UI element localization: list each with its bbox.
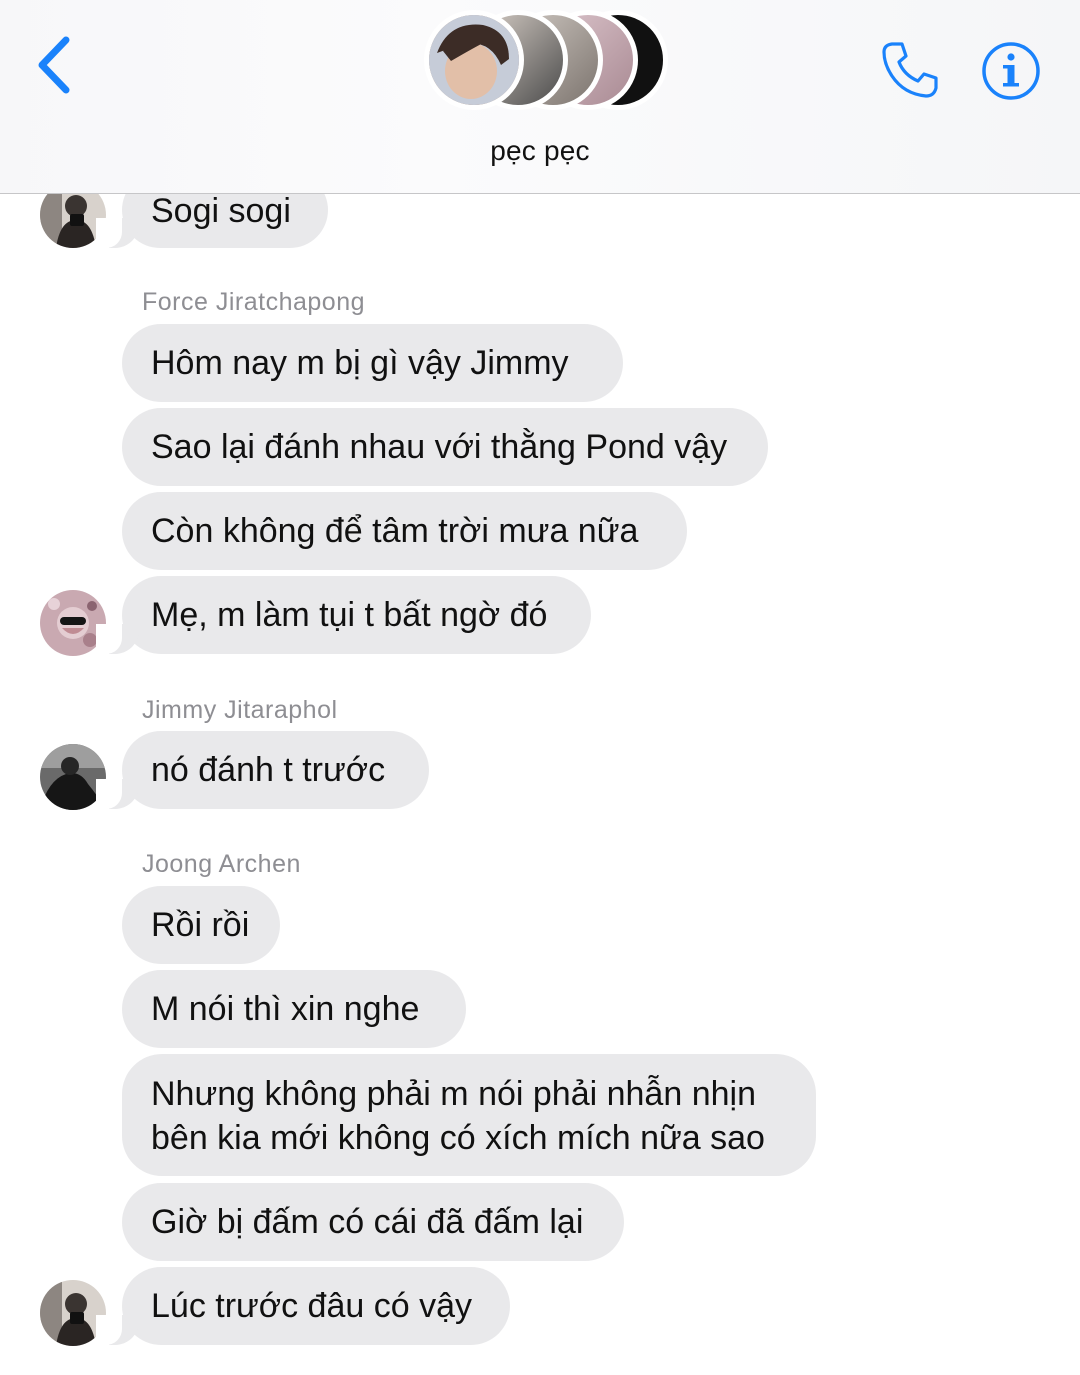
message-text: nó đánh t trước bbox=[151, 751, 386, 789]
info-icon bbox=[982, 42, 1040, 100]
member-avatar bbox=[424, 10, 524, 110]
sender-name: Force Jiratchapong bbox=[142, 288, 366, 316]
message-text: Hôm nay m bị gì vậy Jimmy bbox=[151, 344, 569, 382]
chevron-left-icon bbox=[38, 36, 70, 94]
sender-name: Jimmy Jitaraphol bbox=[142, 696, 338, 724]
message-text: Mẹ, m làm tụi t bất ngờ đó bbox=[151, 596, 548, 634]
group-avatar[interactable] bbox=[418, 10, 668, 114]
phone-icon bbox=[882, 42, 938, 98]
message-bubble[interactable]: nó đánh t trước bbox=[96, 731, 429, 809]
message-bubble[interactable]: Mẹ, m làm tụi t bất ngờ đó bbox=[96, 576, 591, 654]
message-bubble[interactable]: Rồi rồi bbox=[122, 886, 280, 964]
message-text: Giờ bị đấm có cái đã đấm lại bbox=[151, 1203, 584, 1241]
message-text: Rồi rồi bbox=[151, 906, 250, 944]
message-bubble[interactable]: Giờ bị đấm có cái đã đấm lại bbox=[122, 1183, 624, 1261]
message-bubble[interactable]: Lúc trước đâu có vậy bbox=[96, 1267, 510, 1345]
message-text: Sogi sogi bbox=[151, 192, 291, 230]
message-thread: Sogi sogi Force Jiratchapong Hôm nay m b… bbox=[0, 0, 1080, 1375]
call-button[interactable] bbox=[878, 38, 942, 102]
message-bubble[interactable]: M nói thì xin nghe bbox=[122, 970, 466, 1048]
message-text: M nói thì xin nghe bbox=[151, 990, 420, 1028]
message-text: Sao lại đánh nhau với thằng Pond vậy bbox=[151, 428, 728, 466]
back-button[interactable] bbox=[30, 30, 90, 100]
message-text-line: bên kia mới không có xích mích nữa sao bbox=[151, 1119, 765, 1157]
message-bubble[interactable]: Sao lại đánh nhau với thằng Pond vậy bbox=[122, 408, 768, 486]
conversation-header: pẹc pẹc bbox=[0, 0, 1080, 194]
message-text: Còn không để tâm trời mưa nữa bbox=[151, 512, 639, 550]
message-bubble[interactable]: Hôm nay m bị gì vậy Jimmy bbox=[122, 324, 623, 402]
message-bubble[interactable]: Còn không để tâm trời mưa nữa bbox=[122, 492, 687, 570]
message-text-line: Nhưng không phải m nói phải nhẫn nhịn bbox=[151, 1075, 756, 1113]
message-bubble[interactable]: Nhưng không phải m nói phải nhẫn nhịn bê… bbox=[122, 1054, 816, 1176]
info-button[interactable] bbox=[980, 40, 1042, 102]
conversation-title[interactable]: pẹc pẹc bbox=[0, 135, 1080, 167]
message-text: Lúc trước đâu có vậy bbox=[151, 1287, 472, 1325]
sender-name: Joong Archen bbox=[142, 850, 301, 878]
